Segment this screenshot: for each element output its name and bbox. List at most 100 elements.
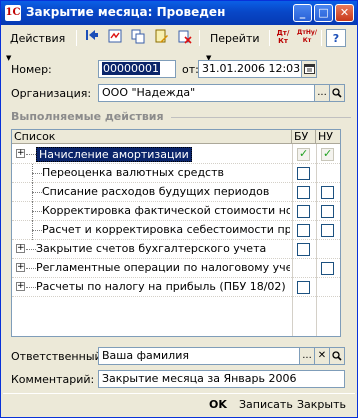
table-row[interactable]: + Начисление амортизации: [12, 145, 340, 164]
footer-divider: [3, 393, 355, 394]
date-label: от:: [182, 63, 199, 76]
date-field[interactable]: 31.01.2006 12:03:00: [198, 60, 302, 78]
document-window: 1С Закрытие месяца: Проведен _ □ ✕ Дейст…: [0, 0, 358, 418]
comment-value: Закрытие месяца за Январь 2006: [102, 372, 297, 385]
date-value: 31.01.2006 12:03:00: [202, 62, 301, 75]
number-label: Номер:: [11, 63, 52, 76]
nu-checkbox[interactable]: [321, 147, 334, 161]
calendar-button[interactable]: [302, 60, 317, 78]
column-header-nu[interactable]: НУ: [316, 130, 340, 144]
responsible-select-button[interactable]: ...: [300, 347, 315, 365]
table-row[interactable]: Списание расходов будущих периодов: [12, 183, 340, 202]
search-icon: [332, 351, 342, 361]
toolbar-divider: [269, 30, 270, 46]
table-row[interactable]: Расчет и корректировка себестоимости про…: [12, 221, 340, 240]
section-divider: [171, 117, 351, 118]
bu-checkbox[interactable]: [297, 243, 310, 256]
help-icon[interactable]: ?: [326, 29, 346, 47]
search-icon: [332, 88, 342, 98]
table-row[interactable]: Корректировка фактической стоимости номе…: [12, 202, 340, 221]
row-label: Закрытие счетов бухгалтерского учета: [36, 242, 267, 255]
responsible-value: Ваша фамилия: [102, 349, 189, 362]
row-label: Расчеты по налогу на прибыль (ПБУ 18/02): [36, 280, 286, 293]
minimize-button[interactable]: _: [293, 4, 312, 22]
number-value: 00000001: [102, 62, 160, 75]
close-window-button[interactable]: ✕: [335, 4, 354, 22]
actions-label: Действия: [10, 32, 66, 45]
go-first-icon[interactable]: [82, 29, 102, 47]
tree-connector: [32, 192, 42, 193]
row-label: Регламентные операции по налоговому учет…: [36, 261, 290, 274]
bu-checkbox[interactable]: [297, 147, 310, 161]
toolbar: Действия ▼ Перейти ▼ Дт/Кт ДтНу/Кт ?: [3, 27, 355, 62]
title-bar[interactable]: 1С Закрытие месяца: Проведен _ □ ✕: [1, 1, 357, 25]
organization-select-button[interactable]: ...: [315, 84, 330, 102]
window-title: Закрытие месяца: Проведен: [26, 5, 226, 19]
toolbar-divider: [199, 30, 200, 46]
tree-connector: [26, 154, 36, 155]
close-button[interactable]: Закрыть: [293, 397, 350, 415]
save-button[interactable]: Записать: [235, 397, 297, 415]
responsible-field[interactable]: Ваша фамилия: [98, 347, 300, 365]
bu-checkbox[interactable]: [297, 167, 310, 180]
bu-checkbox[interactable]: [297, 281, 310, 294]
tree-connector: [26, 249, 36, 250]
responsible-clear-button[interactable]: ✕: [315, 347, 330, 365]
goto-menu-button[interactable]: Перейти ▼: [205, 28, 265, 62]
structure-icon[interactable]: [105, 29, 125, 47]
organization-value: ООО "Надежда": [102, 86, 196, 99]
app-logo-icon: 1С: [5, 5, 21, 21]
table-row[interactable]: Переоценка валютных средств: [12, 164, 340, 183]
maximize-button[interactable]: □: [314, 4, 333, 22]
section-title: Выполняемые действия: [11, 110, 164, 123]
tree-connector: [26, 287, 36, 288]
comment-field[interactable]: Закрытие месяца за Январь 2006: [98, 370, 345, 388]
goto-label: Перейти: [210, 32, 260, 45]
actions-table[interactable]: Список БУ НУ + Начисление амортизации Пере…: [11, 129, 341, 337]
ok-button[interactable]: OK: [205, 397, 231, 415]
movements-dt-kt-icon[interactable]: Дт/Кт: [273, 29, 293, 47]
column-header-list[interactable]: Список: [12, 130, 292, 144]
table-header: Список БУ НУ: [12, 130, 340, 144]
actions-menu-button[interactable]: Действия ▼: [5, 28, 73, 62]
table-row[interactable]: + Регламентные операции по налоговому уче…: [12, 259, 340, 278]
delete-mark-icon[interactable]: [174, 29, 194, 47]
document-edit-icon[interactable]: [151, 29, 171, 47]
organization-field[interactable]: ООО "Надежда": [98, 84, 315, 102]
expand-icon[interactable]: +: [16, 149, 25, 158]
responsible-label: Ответственный:: [11, 350, 106, 363]
expand-icon[interactable]: +: [16, 244, 25, 253]
tree-connector: [26, 268, 36, 269]
responsible-open-button[interactable]: [330, 347, 345, 365]
tree-connector: [32, 230, 42, 231]
organization-label: Организация:: [11, 87, 92, 100]
table-row[interactable]: + Закрытие счетов бухгалтерского учета: [12, 240, 340, 259]
chevron-down-icon: ▼: [6, 54, 12, 62]
row-label: Списание расходов будущих периодов: [42, 185, 270, 198]
row-label: Переоценка валютных средств: [42, 166, 224, 179]
nu-checkbox[interactable]: [321, 262, 334, 275]
tree-connector: [32, 211, 42, 212]
movements-dt-kt-nu-icon[interactable]: ДтНу/Кт: [297, 29, 317, 47]
column-header-bu[interactable]: БУ: [292, 130, 316, 144]
toolbar-divider: [321, 30, 322, 46]
comment-label: Комментарий:: [11, 373, 95, 386]
number-field[interactable]: 00000001: [98, 60, 176, 78]
table-row[interactable]: + Расчеты по налогу на прибыль (ПБУ 18/02…: [12, 278, 340, 297]
nu-checkbox[interactable]: [321, 224, 334, 237]
bu-checkbox[interactable]: [297, 205, 310, 218]
organization-open-button[interactable]: [330, 84, 345, 102]
expand-icon[interactable]: +: [16, 263, 25, 272]
row-label: Корректировка фактической стоимости номе…: [42, 204, 290, 217]
calendar-icon: [303, 64, 315, 74]
copy-icon[interactable]: [128, 29, 148, 47]
bu-checkbox[interactable]: [297, 224, 310, 237]
nu-checkbox[interactable]: [321, 205, 334, 218]
tree-connector: [32, 173, 42, 174]
row-label: Начисление амортизации: [36, 147, 192, 162]
bu-checkbox[interactable]: [297, 186, 310, 199]
toolbar-divider: [76, 30, 77, 46]
expand-icon[interactable]: +: [16, 282, 25, 291]
row-label: Расчет и корректировка себестоимости про…: [42, 223, 290, 236]
nu-checkbox[interactable]: [321, 186, 334, 199]
